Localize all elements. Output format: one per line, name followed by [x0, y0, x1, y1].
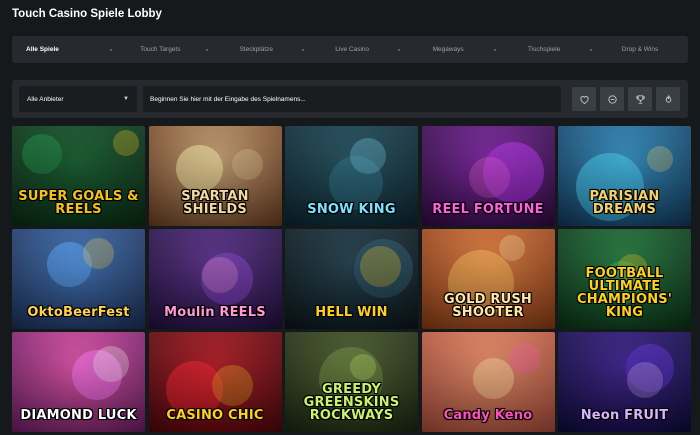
flame-icon	[665, 94, 671, 103]
hot-filter-button[interactable]	[656, 87, 680, 111]
heart-icon	[579, 95, 589, 104]
game-title: GREEDY GREENSKINS ROCKWAYS	[303, 382, 400, 423]
game-title: REEL FORTUNE	[432, 202, 544, 217]
game-tile[interactable]: Candy Keno	[421, 332, 555, 432]
game-tile[interactable]: HELL WIN	[285, 229, 418, 329]
game-title: CASINO CHIC	[166, 408, 264, 423]
game-tile[interactable]: SUPER GOALS & REELS	[12, 126, 145, 226]
game-title: SPARTAN SHIELDS	[181, 189, 249, 217]
filter-bar: Alle Anbieter ▼	[12, 80, 688, 118]
game-tile[interactable]: PARISIAN DREAMS	[558, 126, 691, 226]
game-title: SUPER GOALS & REELS	[18, 189, 139, 217]
provider-select[interactable]: Alle Anbieter ▼	[19, 86, 137, 112]
game-title: GOLD RUSH SHOOTER	[444, 292, 532, 320]
tab-steckplätze[interactable]: Steckplätze	[208, 46, 304, 53]
provider-select-label: Alle Anbieter	[27, 95, 64, 103]
game-title: Moulin REELS	[164, 305, 266, 320]
game-title: PARISIAN DREAMS	[589, 189, 660, 217]
trophy-icon	[635, 94, 645, 104]
game-title: SNOW KING	[307, 202, 396, 217]
game-tile[interactable]: CASINO CHIC	[148, 332, 282, 432]
page-title: Touch Casino Spiele Lobby	[12, 8, 162, 20]
game-tile[interactable]: DIAMOND LUCK	[12, 332, 145, 432]
tab-megaways[interactable]: Megaways	[400, 46, 496, 53]
category-tabs: Alle Spiele Touch Targets Steckplätze Live …	[12, 36, 688, 63]
tag-filter-button[interactable]	[600, 87, 624, 111]
game-search-input[interactable]	[143, 86, 561, 112]
tab-alle-spiele[interactable]: Alle Spiele	[12, 46, 112, 53]
game-title: Neon FRUIT	[580, 408, 669, 423]
game-tile[interactable]: GOLD RUSH SHOOTER	[421, 229, 555, 329]
tab-tischspiele[interactable]: Tischspiele	[496, 46, 592, 53]
game-grid: SUPER GOALS & REELS SPARTAN SHIELDS SNOW K…	[12, 126, 691, 432]
game-title: HELL WIN	[315, 305, 388, 320]
tab-drop-wins[interactable]: Drop & Wins	[592, 46, 688, 53]
game-title: Candy Keno	[443, 408, 533, 423]
game-tile[interactable]: Moulin REELS	[148, 229, 282, 329]
game-title: OktoBeerFest	[27, 305, 130, 320]
game-tile[interactable]: SPARTAN SHIELDS	[148, 126, 282, 226]
game-tile[interactable]: OktoBeerFest	[12, 229, 145, 329]
chevron-down-icon: ▼	[123, 96, 129, 102]
game-tile[interactable]: GREEDY GREENSKINS ROCKWAYS	[285, 332, 418, 432]
favorites-filter-button[interactable]	[572, 87, 596, 111]
game-tile[interactable]: FOOTBALL ULTIMATE CHAMPIONS' KING	[558, 229, 691, 329]
game-tile[interactable]: REEL FORTUNE	[421, 126, 555, 226]
tab-live-casino[interactable]: Live Casino	[304, 46, 400, 53]
game-title: FOOTBALL ULTIMATE CHAMPIONS' KING	[576, 266, 673, 320]
trophy-filter-button[interactable]	[628, 87, 652, 111]
game-title: DIAMOND LUCK	[20, 408, 137, 423]
game-tile[interactable]: Neon FRUIT	[558, 332, 691, 432]
tag-icon	[607, 94, 617, 104]
game-tile[interactable]: SNOW KING	[285, 126, 418, 226]
tab-touch-targets[interactable]: Touch Targets	[112, 46, 208, 53]
